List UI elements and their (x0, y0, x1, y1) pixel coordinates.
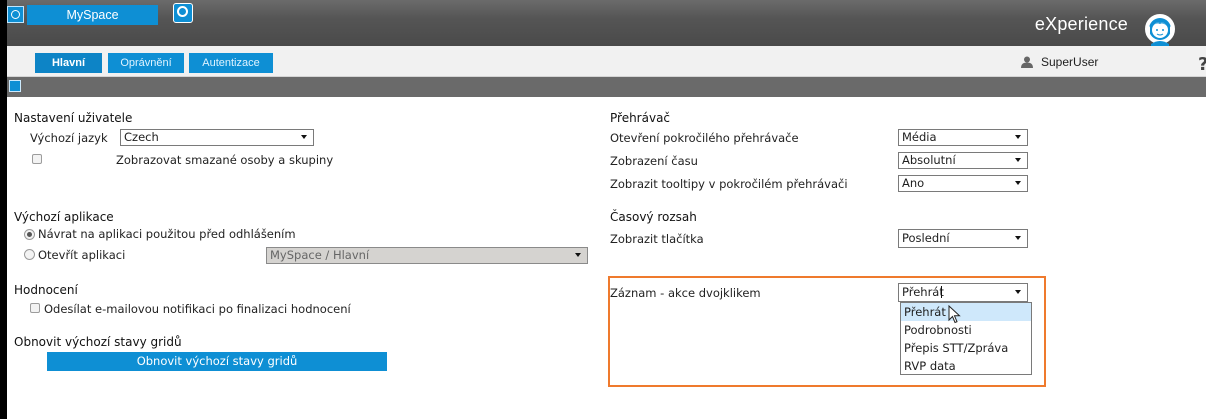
tab-opravneni[interactable]: Oprávnění (108, 53, 184, 73)
language-label: Výchozí jazyk (30, 131, 108, 145)
app-icon[interactable] (7, 6, 24, 23)
help-icon[interactable]: ? (1198, 54, 1206, 75)
app-icon-glyph (11, 10, 20, 19)
dblclick-action-value: Přehrát (902, 285, 944, 299)
dblclick-action-select[interactable]: Přehrát (898, 283, 1028, 302)
app-switch-icon-glyph (177, 6, 188, 17)
email-notify-label: Odesílat e-mailovou notifikaci po finali… (44, 302, 351, 316)
user-settings-title: Nastavení uživatele (14, 111, 133, 125)
chevron-down-icon (1015, 135, 1021, 139)
return-app-label: Návrat na aplikaci použitou před odhláše… (38, 227, 296, 241)
time-range-title: Časový rozsah (610, 210, 697, 224)
show-deleted-label: Zobrazovat smazané osoby a skupiny (116, 153, 334, 167)
rating-title: Hodnocení (14, 283, 78, 297)
chevron-down-icon (1015, 236, 1021, 240)
time-buttons-label: Zobrazit tlačítka (610, 232, 704, 246)
grid-reset-button[interactable]: Obnovit výchozí stavy gridů (47, 352, 387, 371)
window-border (0, 0, 7, 419)
time-display-label: Zobrazení času (610, 154, 698, 168)
option-prehrat[interactable]: Přehrát (901, 303, 1031, 321)
tooltips-label: Zobrazit tooltipy v pokročilém přehrávač… (610, 177, 848, 191)
tab-autentizace[interactable]: Autentizace (189, 53, 273, 73)
user-icon (1021, 56, 1033, 68)
save-icon[interactable] (9, 80, 21, 92)
option-rvp-data[interactable]: RVP data (901, 357, 1031, 375)
time-buttons-select[interactable]: Poslední (898, 229, 1028, 248)
advanced-player-label: Otevření pokročilého přehrávače (610, 131, 799, 145)
tooltips-value: Ano (902, 176, 925, 190)
return-app-radio[interactable] (24, 229, 35, 240)
language-value: Czech (124, 130, 159, 144)
open-app-value: MySpace / Hlavní (270, 248, 370, 262)
chevron-down-icon (301, 135, 307, 139)
grid-reset-title: Obnovit výchozí stavy gridů (14, 335, 182, 349)
text-caret (941, 286, 942, 298)
language-select[interactable]: Czech (120, 129, 314, 146)
default-app-title: Výchozí aplikace (14, 210, 114, 224)
advanced-player-value: Média (902, 130, 937, 144)
toolbar (7, 77, 1206, 97)
dblclick-action-options: Přehrát Podrobnosti Přepis STT/Zpráva RV… (900, 302, 1032, 375)
chevron-down-icon (1015, 158, 1021, 162)
time-buttons-value: Poslední (902, 231, 950, 245)
mouse-cursor-icon (948, 305, 961, 324)
open-app-label: Otevřít aplikaci (38, 248, 126, 262)
chevron-down-icon (1015, 290, 1021, 294)
tooltips-select[interactable]: Ano (898, 175, 1028, 192)
option-prepis[interactable]: Přepis STT/Zpráva (901, 339, 1031, 357)
time-display-select[interactable]: Absolutní (898, 152, 1028, 169)
chevron-down-icon (575, 253, 581, 257)
chevron-down-icon (1015, 181, 1021, 185)
app-switch-icon[interactable] (173, 3, 193, 23)
option-podrobnosti[interactable]: Podrobnosti (901, 321, 1031, 339)
app-name-button[interactable]: MySpace (27, 5, 158, 25)
advanced-player-select[interactable]: Média (898, 129, 1028, 146)
open-app-select: MySpace / Hlavní (266, 247, 588, 264)
open-app-radio[interactable] (24, 249, 35, 260)
user-name[interactable]: SuperUser (1041, 55, 1098, 69)
dblclick-action-label: Záznam - akce dvojklikem (610, 286, 761, 300)
show-deleted-checkbox[interactable] (32, 154, 42, 164)
time-display-value: Absolutní (902, 153, 956, 167)
player-title: Přehrávač (610, 111, 671, 125)
tab-hlavni[interactable]: Hlavní (35, 53, 102, 73)
brand-title: eXperience (1034, 14, 1128, 34)
email-notify-checkbox[interactable] (30, 303, 40, 313)
